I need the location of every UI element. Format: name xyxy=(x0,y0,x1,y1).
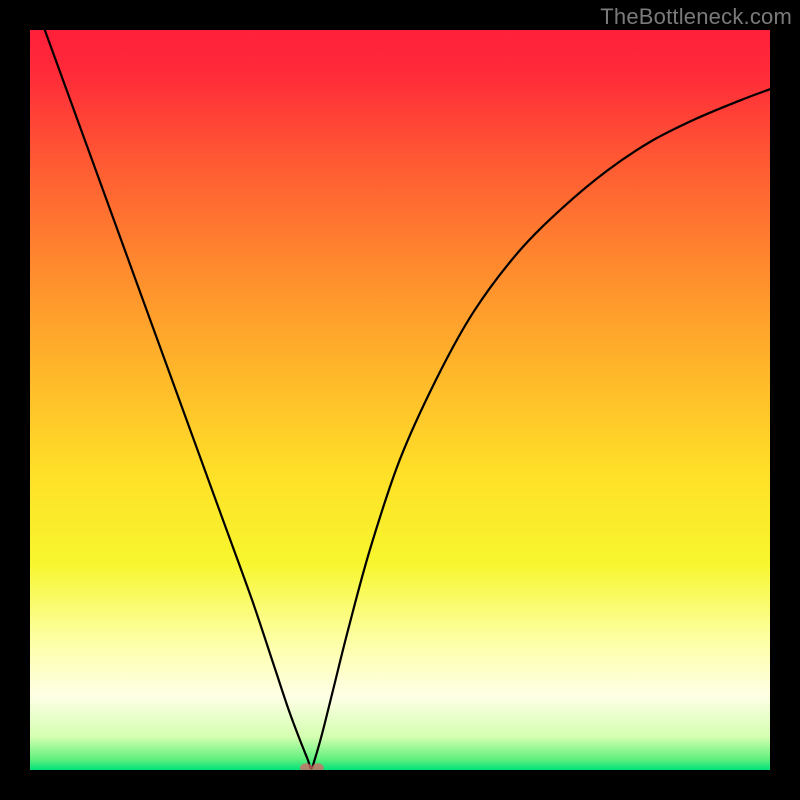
watermark-text: TheBottleneck.com xyxy=(600,4,792,30)
chart-background xyxy=(30,30,770,770)
outer-black-frame: TheBottleneck.com xyxy=(0,0,800,800)
chart-svg xyxy=(30,30,770,770)
plot-area xyxy=(30,30,770,770)
